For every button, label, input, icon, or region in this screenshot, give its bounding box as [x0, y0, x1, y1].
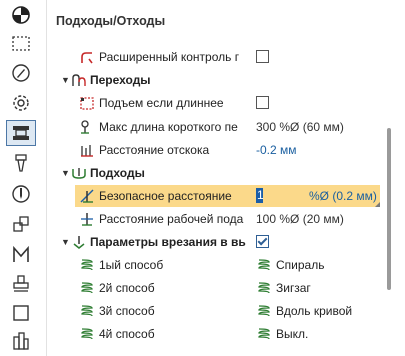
sidebar-button-layers[interactable] [6, 211, 36, 237]
row-label: 2й способ [99, 281, 155, 295]
chevron-down-icon: ▼ [61, 168, 70, 178]
panel-title: Подходы/Отходы [56, 14, 166, 28]
spiral-icon [81, 282, 93, 294]
gear-icon [13, 95, 29, 111]
sidebar-toolbar [0, 0, 47, 356]
feed-distance-icon [81, 213, 93, 226]
approach-retract-icon [13, 126, 29, 140]
dashed-box-icon [80, 97, 94, 110]
letter-m-icon [13, 245, 29, 262]
sidebar-button-target[interactable] [6, 2, 36, 28]
spiral-icon [81, 305, 93, 317]
zigzag-icon [258, 282, 270, 294]
row-method-4[interactable]: 4й способ Выкл. [47, 323, 382, 345]
chevron-down-icon: ▼ [61, 237, 70, 247]
row-label: Расстояние рабочей пода [99, 212, 244, 226]
group-plunge-params[interactable]: ▼ Параметры врезания в вь [47, 231, 382, 253]
layers-icon [13, 216, 29, 232]
spiral-icon [81, 259, 93, 271]
red-path-icon [81, 52, 93, 64]
row-value: 100 %Ø (20 мм) [256, 212, 344, 226]
plunge-icon [73, 236, 85, 249]
row-label: Макс длина короткого пе [99, 120, 238, 134]
group-label: Подходы [90, 166, 145, 180]
dashed-rectangle-icon [12, 36, 30, 51]
compass-pen-icon [12, 64, 30, 82]
value-input[interactable]: 1 [257, 188, 264, 202]
approach-icon [72, 168, 86, 179]
sidebar-button-region[interactable] [6, 30, 36, 56]
target-icon [12, 6, 30, 24]
extended-control-checkbox[interactable] [256, 50, 269, 63]
row-label: 3й способ [99, 304, 155, 318]
vertical-scrollbar[interactable] [387, 128, 391, 290]
group-label: Переходы [90, 73, 151, 87]
sidebar-button-model[interactable] [6, 328, 36, 354]
row-method-3[interactable]: 3й способ Вдоль кривой [47, 300, 382, 322]
group-label: Параметры врезания в вь [90, 235, 246, 249]
resize-grip-icon [375, 202, 380, 207]
sidebar-button-settings[interactable] [6, 90, 36, 116]
group-approaches[interactable]: ▼ Подходы [47, 162, 382, 184]
row-label: Расширенный контроль г [99, 50, 240, 64]
spiral-icon [258, 259, 270, 271]
sidebar-button-draw[interactable] [6, 60, 36, 86]
row-value: Зигзаг [276, 281, 311, 295]
sidebar-button-tool[interactable] [6, 150, 36, 176]
group-transitions[interactable]: ▼ Переходы [47, 69, 382, 91]
row-value: Спираль [276, 258, 325, 272]
row-label: 1ый способ [99, 258, 164, 272]
bounce-icon [81, 145, 93, 157]
safe-distance-icon [80, 189, 94, 203]
chevron-down-icon: ▼ [61, 75, 70, 85]
lift-if-longer-checkbox[interactable] [256, 96, 269, 109]
row-label: Безопасное расстояние [99, 189, 232, 203]
short-link-icon [81, 120, 89, 134]
row-bounce-distance[interactable]: Расстояние отскока -0.2 мм [47, 139, 382, 161]
sidebar-button-stock[interactable] [6, 300, 36, 326]
row-label: Подъем если длиннее [99, 96, 224, 110]
row-safe-distance[interactable]: Безопасное расстояние 1 %Ø (0.2 мм) [75, 185, 380, 207]
row-extended-control[interactable]: Расширенный контроль г [47, 46, 382, 68]
row-method-2[interactable]: 2й способ Зигзаг [47, 277, 382, 299]
sidebar-button-machine[interactable] [6, 242, 36, 268]
row-value: Вдоль кривой [276, 304, 353, 318]
row-lift-if-longer[interactable]: Подъем если длиннее [47, 92, 382, 114]
sidebar-button-spindle[interactable] [6, 181, 36, 207]
along-curve-icon [258, 305, 270, 317]
row-method-1[interactable]: 1ый способ Спираль [47, 254, 382, 276]
properties-panel: Подходы/Отходы Расширенный контроль г ▼ … [47, 0, 405, 356]
spindle-tool-icon [12, 185, 30, 203]
row-value: Выкл. [276, 327, 309, 341]
row-value: %Ø (0.2 мм) [309, 189, 377, 203]
row-label: Расстояние отскока [99, 143, 210, 157]
spiral-icon [81, 328, 93, 340]
row-work-feed-distance[interactable]: Расстояние рабочей пода 100 %Ø (20 мм) [47, 208, 382, 230]
sidebar-button-fixture[interactable] [6, 271, 36, 297]
off-icon [258, 328, 270, 340]
row-label: 4й способ [99, 327, 155, 341]
transition-icon [72, 74, 86, 86]
row-value: -0.2 мм [256, 143, 297, 157]
row-value: 300 %Ø (60 мм) [256, 120, 344, 134]
building-icon [13, 332, 29, 350]
sidebar-button-approach-retract[interactable] [6, 120, 36, 146]
square-icon [13, 305, 29, 321]
row-max-short-length[interactable]: Макс длина короткого пе 300 %Ø (60 мм) [47, 116, 382, 138]
bottom-fade [47, 344, 387, 356]
stamp-icon [13, 275, 29, 292]
drill-bit-icon [15, 154, 27, 172]
plunge-params-checkbox[interactable] [256, 235, 269, 248]
